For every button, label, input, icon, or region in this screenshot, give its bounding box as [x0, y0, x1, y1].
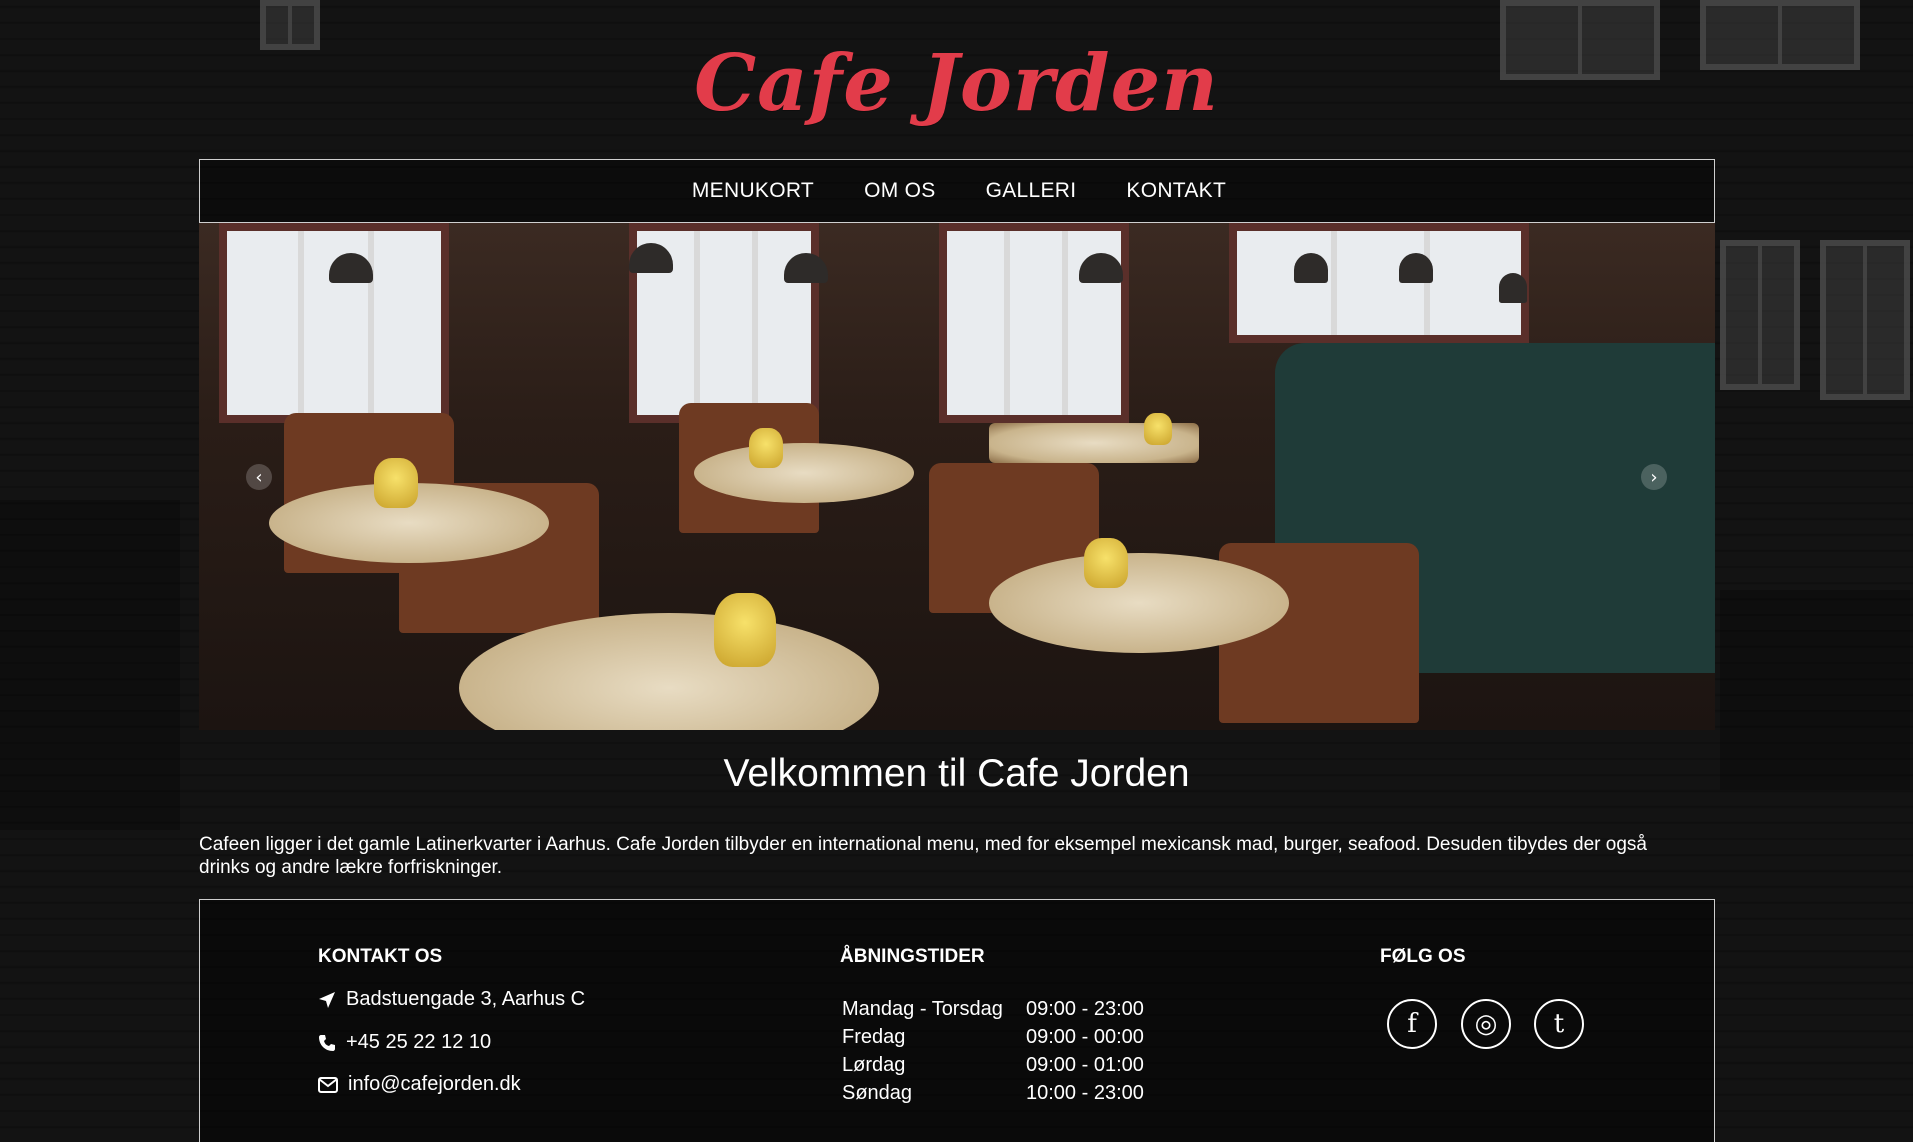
slider-next-button[interactable]: › [1641, 464, 1667, 490]
hours-day: Søndag [842, 1082, 913, 1104]
hours-table: Mandag - Torsdag 09:00 - 23:00 Fredag 09… [842, 995, 1146, 1107]
footer: KONTAKT OS Badstuengade 3, Aarhus C +45 … [199, 899, 1715, 1142]
location-arrow-icon [319, 991, 335, 1008]
instagram-button[interactable]: ◎ [1461, 999, 1511, 1049]
nav-item-kontakt[interactable]: KONTAKT [1122, 179, 1226, 203]
hours-row: Søndag 10:00 - 23:00 [842, 1079, 1146, 1107]
site-logo[interactable]: Cafe Jorden [0, 38, 1913, 129]
facebook-icon: f [1407, 1009, 1417, 1039]
hours-time: 09:00 - 23:00 [1026, 998, 1144, 1020]
phone-text[interactable]: +45 25 22 12 10 [346, 1031, 491, 1054]
email-link[interactable]: info@cafejorden.dk [348, 1073, 521, 1096]
instagram-icon: ◎ [1474, 1009, 1498, 1039]
chevron-left-icon: ‹ [255, 466, 263, 488]
main-nav: MENUKORT OM OS GALLERI KONTAKT [199, 159, 1715, 223]
hours-day: Fredag [842, 1026, 906, 1048]
tumblr-button[interactable]: t [1534, 999, 1584, 1049]
address-row: Badstuengade 3, Aarhus C [318, 988, 585, 1011]
hours-row: Fredag 09:00 - 00:00 [842, 1023, 1146, 1051]
facebook-button[interactable]: f [1387, 999, 1437, 1049]
hours-day: Mandag - Torsdag [842, 998, 1003, 1020]
contact-title: KONTAKT OS [318, 946, 443, 967]
hours-row: Lørdag 09:00 - 01:00 [842, 1051, 1146, 1079]
social-title: FØLG OS [1380, 946, 1466, 967]
hours-time: 09:00 - 00:00 [1026, 1026, 1144, 1048]
nav-item-menukort[interactable]: MENUKORT [688, 179, 814, 203]
phone-row[interactable]: +45 25 22 12 10 [318, 1031, 491, 1054]
email-row[interactable]: info@cafejorden.dk [318, 1073, 521, 1096]
envelope-icon [318, 1076, 338, 1093]
nav-item-galleri[interactable]: GALLERI [982, 179, 1077, 203]
address-text: Badstuengade 3, Aarhus C [346, 988, 586, 1010]
hero-slider [199, 223, 1715, 730]
tumblr-icon: t [1553, 1009, 1565, 1039]
slider-prev-button[interactable]: ‹ [246, 464, 272, 490]
phone-icon [319, 1034, 335, 1051]
intro-text: Cafeen ligger i det gamle Latinerkvarter… [199, 834, 1647, 878]
hours-time: 09:00 - 01:00 [1026, 1054, 1144, 1076]
hours-title: ÅBNINGSTIDER [840, 946, 985, 967]
hours-day: Lørdag [842, 1054, 906, 1076]
hours-time: 10:00 - 23:00 [1026, 1082, 1144, 1104]
chevron-right-icon: › [1650, 466, 1658, 488]
nav-item-om-os[interactable]: OM OS [860, 179, 936, 203]
page-title: Velkommen til Cafe Jorden [723, 752, 1190, 795]
hours-row: Mandag - Torsdag 09:00 - 23:00 [842, 995, 1146, 1023]
